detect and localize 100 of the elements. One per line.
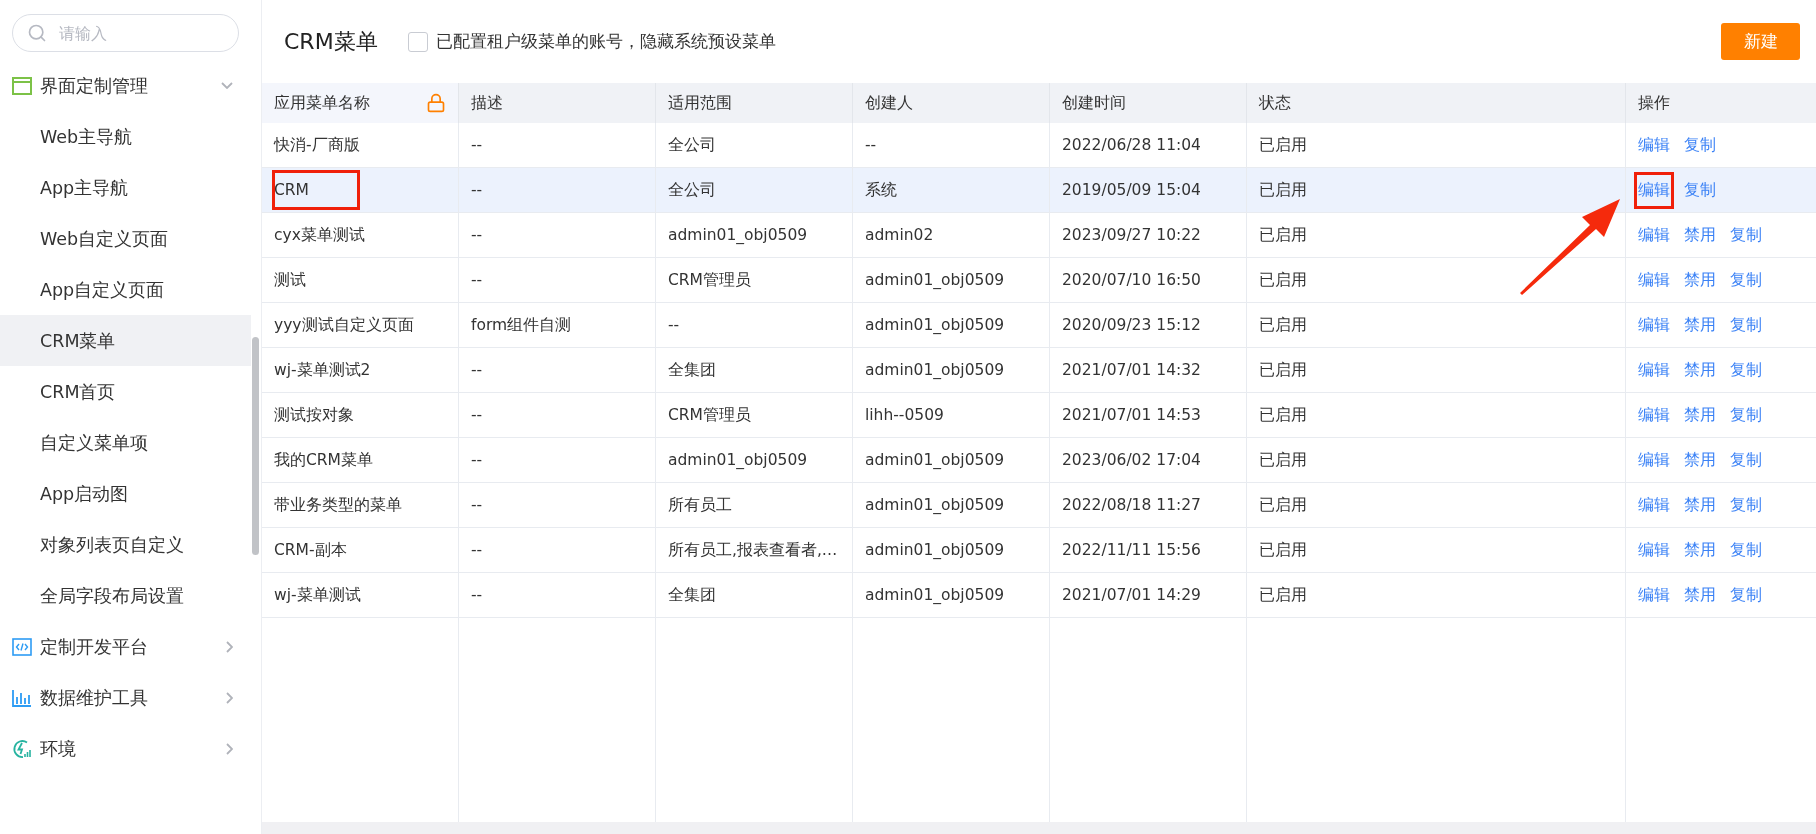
action-link[interactable]: 编辑 — [1638, 359, 1670, 381]
action-link[interactable]: 禁用 — [1684, 539, 1716, 561]
table-cell: yyy测试自定义页面 — [274, 314, 414, 336]
action-link[interactable]: 编辑 — [1638, 134, 1670, 156]
table-cell: admin01_obj0509 — [865, 271, 1005, 289]
table-cell: 2019/05/09 15:04 — [1062, 181, 1201, 199]
action-link[interactable]: 复制 — [1730, 539, 1762, 561]
nav-item[interactable]: Web自定义页面 — [0, 213, 251, 264]
nav-item[interactable]: 对象列表页自定义 — [0, 519, 251, 570]
action-link[interactable]: 禁用 — [1684, 359, 1716, 381]
nav-item[interactable]: 自定义菜单项 — [0, 417, 251, 468]
table-cell: -- — [471, 271, 483, 289]
column-header: 创建时间 — [1062, 92, 1126, 114]
search-field[interactable]: 请输入 — [12, 14, 239, 52]
table-row[interactable]: 带业务类型的菜单 -- 所有员工 admin01_obj0509 2022/08/18 11:27 已启用 编辑 禁用 复制 — [262, 483, 1816, 528]
table-cell: 已启用 — [1259, 269, 1307, 291]
table-cell: admin01_obj0509 — [865, 316, 1005, 334]
action-link[interactable]: 复制 — [1730, 314, 1762, 336]
action-link[interactable]: 禁用 — [1684, 269, 1716, 291]
table-cell: 快消-厂商版 — [274, 134, 360, 156]
table-cell: -- — [668, 316, 680, 334]
window-icon — [12, 76, 32, 95]
table-row[interactable]: CRM -- 全公司 系统 2019/05/09 15:04 已启用 编辑 复制 — [262, 168, 1816, 213]
action-link[interactable]: 禁用 — [1684, 584, 1716, 606]
checkbox[interactable] — [407, 31, 428, 52]
table-cell: 已启用 — [1259, 359, 1307, 381]
table-row[interactable]: wj-菜单测试2 -- 全集团 admin01_obj0509 2021/07/01 14:32 已启用 编辑 禁用 复制 — [262, 348, 1816, 393]
table-row[interactable]: cyx菜单测试 -- admin01_obj0509 admin02 2023/09/27 10:22 已启用 编辑 禁用 复制 — [262, 213, 1816, 258]
table-cell: -- — [865, 136, 877, 154]
nav-item[interactable]: 全局字段布局设置 — [0, 570, 251, 621]
action-link[interactable]: 编辑 — [1638, 494, 1670, 516]
table-cell: 2022/08/18 11:27 — [1062, 496, 1201, 514]
table-cell: 已启用 — [1259, 404, 1307, 426]
table-row[interactable]: 测试 -- CRM管理员 admin01_obj0509 2020/07/10 16:50 已启用 编辑 禁用 复制 — [262, 258, 1816, 303]
column-header: 状态 — [1259, 92, 1291, 114]
action-link[interactable]: 复制 — [1684, 134, 1716, 156]
table-cell: admin01_obj0509 — [668, 451, 808, 469]
table-cell: 2023/06/02 17:04 — [1062, 451, 1201, 469]
action-link[interactable]: 禁用 — [1684, 314, 1716, 336]
action-link[interactable]: 禁用 — [1684, 494, 1716, 516]
table-row[interactable]: yyy测试自定义页面 form组件自测 -- admin01_obj0509 2020/09/23 15:12 已启用 编辑 禁用 复制 — [262, 303, 1816, 348]
table-cell: 2022/06/28 11:04 — [1062, 136, 1201, 154]
table-row[interactable]: wj-菜单测试 -- 全集团 admin01_obj0509 2021/07/01 14:29 已启用 编辑 禁用 复制 — [262, 573, 1816, 618]
checkbox-label: 已配置租户级菜单的账号，隐藏系统预设菜单 — [435, 30, 776, 53]
nav-group[interactable]: 界面定制管理 — [0, 60, 261, 111]
scrollbar-thumb[interactable] — [252, 337, 259, 555]
action-link[interactable]: 复制 — [1730, 359, 1762, 381]
nav-item[interactable]: CRM菜单 — [0, 315, 251, 366]
action-link[interactable]: 复制 — [1730, 494, 1762, 516]
table-row[interactable]: CRM-副本 -- 所有员工,报表查看者,… admin01_obj0509 2022/11/11 15:56 已启用 编辑 禁用 复制 — [262, 528, 1816, 573]
action-link[interactable]: 复制 — [1730, 449, 1762, 471]
new-button[interactable]: 新建 — [1721, 23, 1800, 60]
table-cell: 2021/07/01 14:29 — [1062, 586, 1201, 604]
table-cell: 2020/07/10 16:50 — [1062, 271, 1201, 289]
action-link[interactable]: 复制 — [1730, 404, 1762, 426]
nav-group[interactable]: 定制开发平台 — [0, 621, 261, 672]
nav-item[interactable]: CRM首页 — [0, 366, 251, 417]
action-link[interactable]: 编辑 — [1638, 314, 1670, 336]
table-cell: 测试 — [274, 269, 306, 291]
action-link[interactable]: 复制 — [1730, 269, 1762, 291]
column-header: 适用范围 — [668, 92, 732, 114]
nav-item[interactable]: Web主导航 — [0, 111, 251, 162]
nav-group[interactable]: 数据维护工具 — [0, 672, 261, 723]
action-link[interactable]: 禁用 — [1684, 404, 1716, 426]
table-row[interactable]: 测试按对象 -- CRM管理员 lihh--0509 2021/07/01 14:53 已启用 编辑 禁用 复制 — [262, 393, 1816, 438]
lock-icon[interactable] — [426, 93, 446, 113]
column-header: 操作 — [1638, 92, 1670, 114]
table-cell: admin02 — [865, 226, 934, 244]
action-link[interactable]: 编辑 — [1638, 269, 1670, 291]
search-icon — [27, 23, 47, 43]
table-cell: 已启用 — [1259, 494, 1307, 516]
table-row[interactable]: 我的CRM菜单 -- admin01_obj0509 admin01_obj0509 2023/06/02 17:04 已启用 编辑 禁用 复制 — [262, 438, 1816, 483]
action-link[interactable]: 复制 — [1684, 179, 1716, 201]
nav-item[interactable]: App启动图 — [0, 468, 251, 519]
table-row[interactable]: 快消-厂商版 -- 全公司 -- 2022/06/28 11:04 已启用 编辑 复制 — [262, 123, 1816, 168]
page-title: CRM菜单 — [284, 27, 378, 56]
action-link[interactable]: 禁用 — [1684, 449, 1716, 471]
chevron-down-icon — [221, 82, 233, 89]
table-cell: 带业务类型的菜单 — [274, 494, 402, 516]
action-link[interactable]: 复制 — [1730, 224, 1762, 246]
action-link[interactable]: 编辑 — [1638, 449, 1670, 471]
table-cell: CRM管理员 — [668, 404, 751, 426]
action-link[interactable]: 编辑 — [1638, 404, 1670, 426]
table-cell: 所有员工,报表查看者,… — [668, 539, 838, 561]
table-cell: -- — [471, 136, 483, 154]
action-link[interactable]: 编辑 — [1638, 179, 1670, 201]
action-link[interactable]: 禁用 — [1684, 224, 1716, 246]
action-link[interactable]: 编辑 — [1638, 584, 1670, 606]
table-cell: CRM-副本 — [274, 539, 347, 561]
nav-item[interactable]: App自定义页面 — [0, 264, 251, 315]
action-link[interactable]: 编辑 — [1638, 539, 1670, 561]
table-cell: 全集团 — [668, 584, 716, 606]
nav-group[interactable]: 环境 — [0, 723, 261, 774]
code-icon — [12, 637, 32, 656]
action-link[interactable]: 复制 — [1730, 584, 1762, 606]
hide-preset-checkbox[interactable]: 已配置租户级菜单的账号，隐藏系统预设菜单 — [407, 30, 1691, 53]
table-cell: 所有员工 — [668, 494, 732, 516]
action-link[interactable]: 编辑 — [1638, 224, 1670, 246]
nav-item[interactable]: App主导航 — [0, 162, 251, 213]
table-cell: -- — [471, 226, 483, 244]
